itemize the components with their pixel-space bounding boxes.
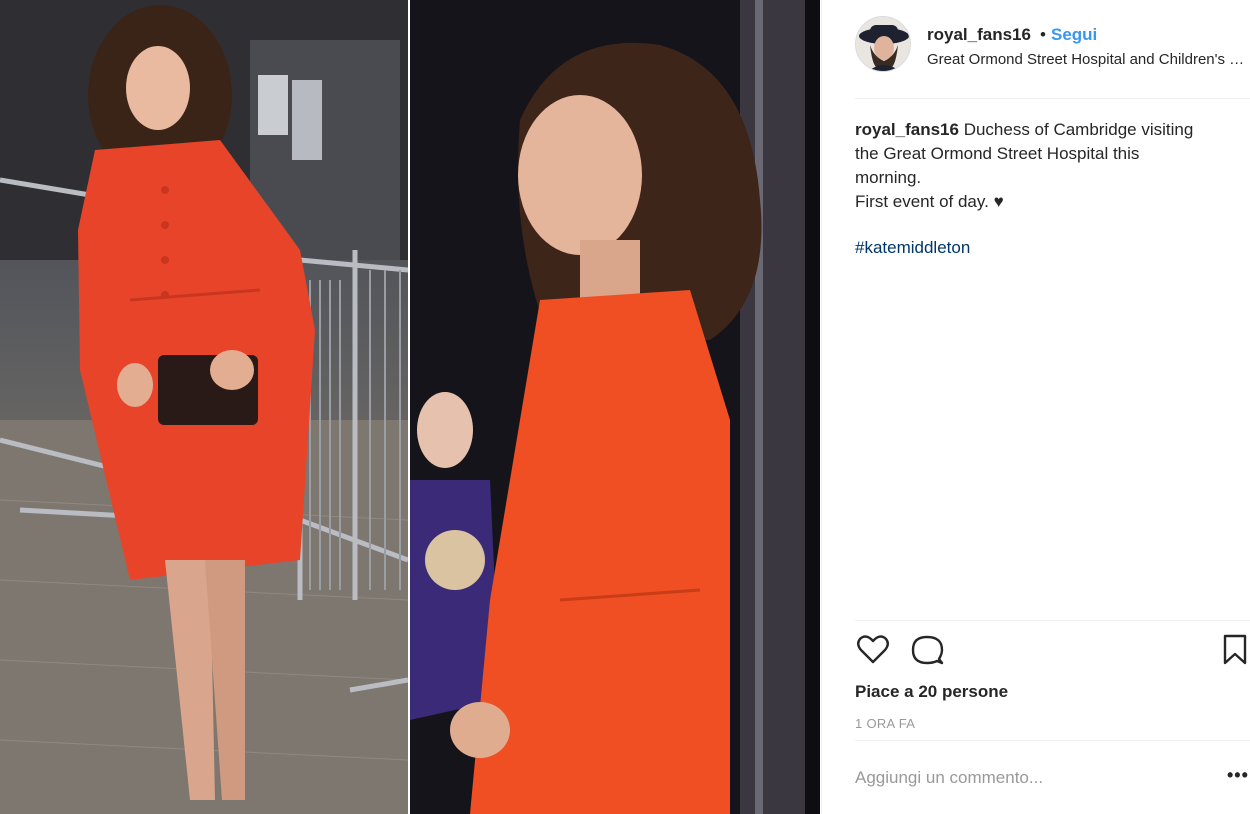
post-caption: royal_fans16 Duchess of Cambridge visiti… [855, 118, 1233, 214]
location-link[interactable]: Great Ormond Street Hospital and Childre… [927, 51, 1249, 68]
caption-line-4: First event of day. ♥ [855, 192, 1004, 211]
header-divider [855, 98, 1250, 99]
speech-bubble-icon [911, 635, 944, 665]
photo-edge [805, 0, 820, 814]
bookmark-icon [1223, 634, 1247, 665]
more-options-icon[interactable]: ••• [1227, 765, 1249, 786]
avatar[interactable] [855, 16, 911, 72]
caption-line-3: morning. [855, 168, 922, 187]
caption-line-2: the Great Ormond Street Hospital this [855, 144, 1140, 163]
comment-button[interactable] [909, 632, 945, 668]
comment-input[interactable] [855, 768, 1195, 788]
heart-icon [857, 635, 889, 664]
avatar-image [856, 17, 910, 71]
photo-left-image [0, 0, 408, 814]
photo-right-image [410, 0, 805, 814]
caption-line-1: Duchess of Cambridge visiting [963, 120, 1194, 139]
photo-left-panel [0, 0, 408, 814]
post-timestamp[interactable]: 1 ORA FA [855, 716, 915, 731]
post-actions [855, 632, 1247, 672]
save-button[interactable] [1217, 632, 1250, 668]
photo-right-panel [410, 0, 805, 814]
separator-dot: • [1040, 25, 1046, 44]
actions-divider [855, 620, 1250, 621]
hashtag-link[interactable]: #katemiddleton [855, 238, 970, 258]
follow-button[interactable]: Segui [1051, 25, 1097, 45]
caption-username[interactable]: royal_fans16 [855, 120, 959, 139]
username-link[interactable]: royal_fans16 [927, 25, 1031, 45]
post-header: royal_fans16 • Segui Great Ormond Street… [855, 16, 1250, 76]
likes-count[interactable]: Piace a 20 persone [855, 682, 1008, 702]
comment-divider [855, 740, 1250, 741]
post-photo[interactable] [0, 0, 820, 814]
like-button[interactable] [855, 632, 891, 668]
post-details-panel: royal_fans16 • Segui Great Ormond Street… [821, 0, 1250, 814]
